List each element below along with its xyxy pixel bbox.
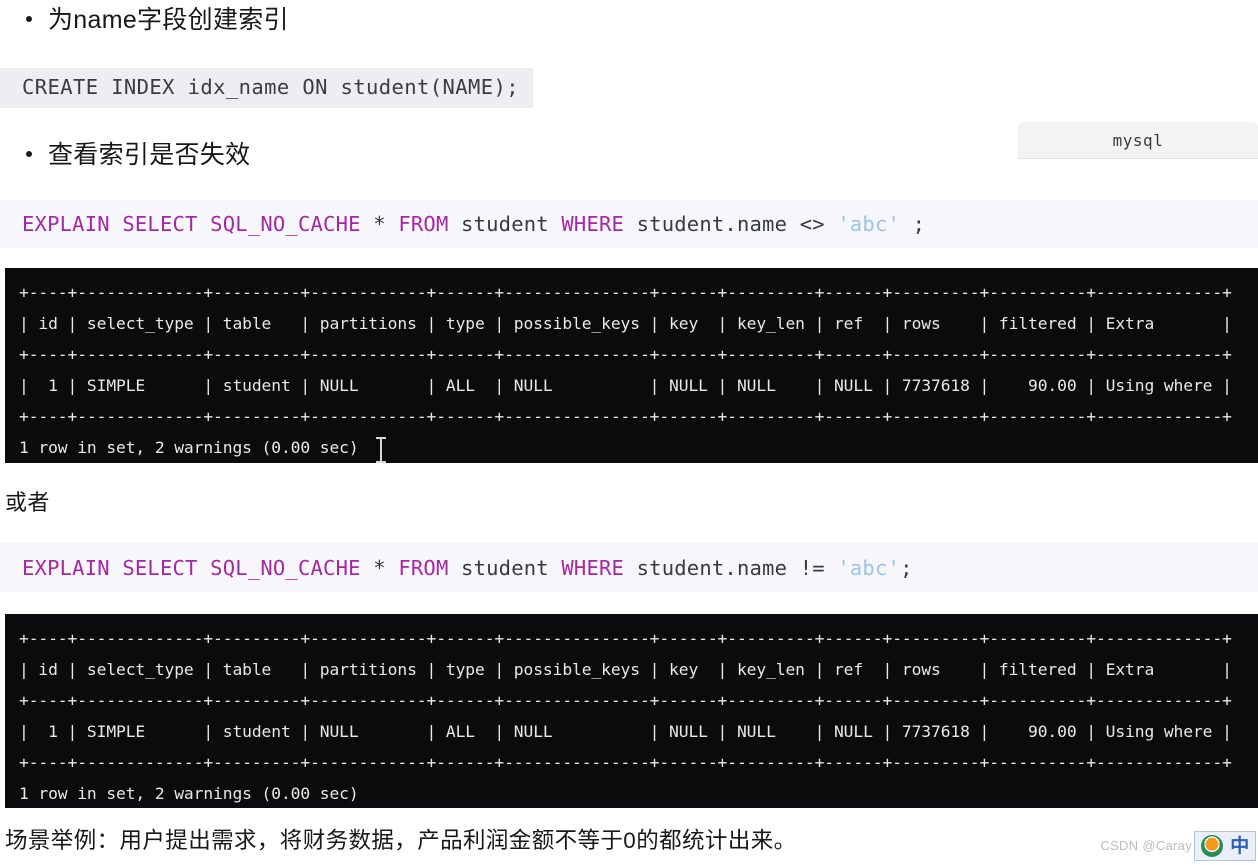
sql-operator: != bbox=[799, 555, 825, 580]
bullet-item-check-index: 查看索引是否失效 bbox=[26, 140, 250, 170]
csdn-watermark: CSDN @Caray bbox=[1100, 838, 1192, 853]
sogou-ime-logo-icon bbox=[1200, 835, 1223, 857]
page-canvas: 为name字段创建索引 CREATE INDEX idx_name ON stu… bbox=[0, 0, 1258, 865]
bullet-label: 查看索引是否失效 bbox=[48, 141, 251, 169]
sql-space bbox=[448, 556, 461, 580]
sql-space bbox=[448, 212, 461, 236]
sql-space bbox=[787, 556, 800, 580]
sql-code-block-2[interactable]: EXPLAIN SELECT SQL_NO_CACHE * FROM stude… bbox=[0, 543, 1258, 592]
ime-chinese-mode-label[interactable]: 中 bbox=[1230, 837, 1249, 856]
sql-string-literal: 'abc' bbox=[837, 212, 901, 236]
sql-space bbox=[549, 212, 562, 236]
sql-space bbox=[825, 212, 838, 236]
create-index-code-row: CREATE INDEX idx_name ON student(NAME); bbox=[0, 68, 1258, 108]
alternative-label: 或者 bbox=[5, 490, 50, 515]
sql-column-name: student.name bbox=[636, 555, 788, 580]
sql-space bbox=[361, 212, 374, 236]
sql-space bbox=[386, 212, 399, 236]
sql-star: * bbox=[373, 212, 386, 236]
explain-table-output: +----+-------------+---------+----------… bbox=[19, 629, 1232, 803]
sql-space bbox=[900, 212, 913, 236]
sql-keyword-select: SELECT bbox=[122, 555, 198, 580]
mysql-tab-chip[interactable]: mysql bbox=[1018, 122, 1258, 159]
sql-star: * bbox=[373, 555, 386, 580]
sql-keyword-explain: EXPLAIN bbox=[22, 212, 110, 236]
sql-space bbox=[386, 556, 399, 580]
sql-keyword-no-cache: SQL_NO_CACHE bbox=[210, 555, 361, 580]
bullet-dot-icon bbox=[26, 16, 32, 22]
ime-toolbar[interactable]: 中 bbox=[1194, 831, 1256, 861]
mysql-tab-label: mysql bbox=[1112, 130, 1164, 150]
bullet-dot-icon bbox=[26, 151, 32, 157]
sql-code-block-1[interactable]: EXPLAIN SELECT SQL_NO_CACHE * FROM stude… bbox=[0, 200, 1258, 248]
bullet-label: 为name字段创建索引 bbox=[48, 6, 289, 34]
sql-operator: <> bbox=[799, 212, 825, 236]
sql-space bbox=[198, 556, 211, 580]
sql-table-name: student bbox=[461, 212, 549, 236]
sql-string-literal: 'abc' bbox=[837, 555, 901, 580]
create-index-code[interactable]: CREATE INDEX idx_name ON student(NAME); bbox=[0, 68, 533, 108]
sql-space bbox=[110, 556, 123, 580]
sql-space bbox=[624, 212, 637, 236]
sql-keyword-from: FROM bbox=[398, 555, 449, 580]
sql-space bbox=[110, 212, 123, 236]
sql-keyword-where: WHERE bbox=[561, 555, 625, 580]
sql-space bbox=[361, 556, 374, 580]
scenario-paragraph: 场景举例：用户提出需求，将财务数据，产品利润金额不等于0的都统计出来。 bbox=[5, 828, 797, 853]
sql-terminator: ; bbox=[912, 212, 926, 236]
sql-keyword-no-cache: SQL_NO_CACHE bbox=[210, 212, 361, 236]
sql-space bbox=[825, 556, 838, 580]
sql-terminator: ; bbox=[900, 555, 913, 580]
sql-keyword-select: SELECT bbox=[122, 212, 198, 236]
sql-space bbox=[198, 212, 211, 236]
sql-table-name: student bbox=[461, 555, 549, 580]
bullet-item-create-index: 为name字段创建索引 bbox=[26, 5, 289, 35]
sql-space bbox=[549, 556, 562, 580]
sql-space bbox=[624, 556, 637, 580]
terminal-output-block-1[interactable]: +----+-------------+---------+----------… bbox=[5, 268, 1258, 463]
sql-keyword-from: FROM bbox=[398, 212, 449, 236]
terminal-output-block-2[interactable]: +----+-------------+---------+----------… bbox=[5, 614, 1258, 808]
sql-keyword-where: WHERE bbox=[561, 212, 625, 236]
explain-table-output: +----+-------------+---------+----------… bbox=[19, 283, 1232, 457]
sql-keyword-explain: EXPLAIN bbox=[22, 555, 110, 580]
sql-column-name: student.name bbox=[636, 212, 788, 236]
sql-space bbox=[787, 212, 800, 236]
text-cursor-icon bbox=[376, 437, 386, 463]
